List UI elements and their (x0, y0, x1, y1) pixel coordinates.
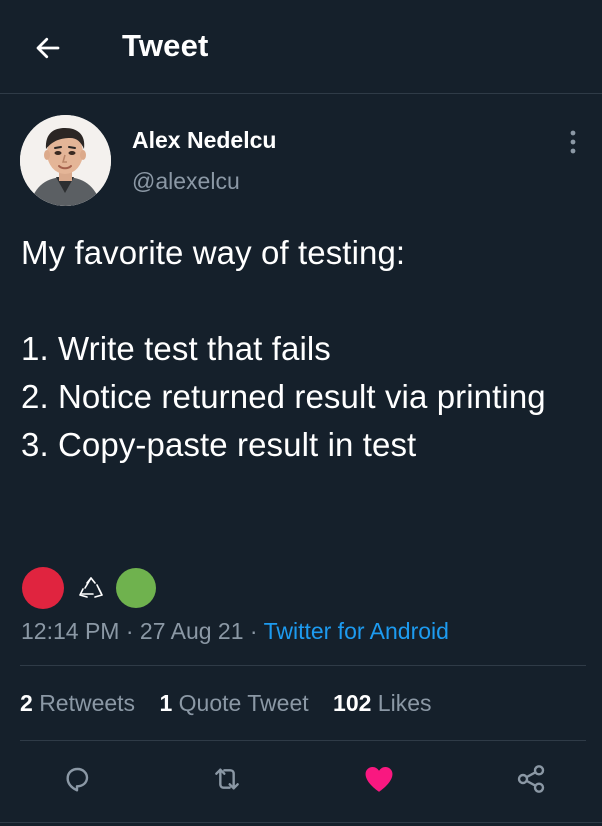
retweets-label: Retweets (39, 690, 136, 716)
reply-button[interactable] (55, 757, 99, 801)
retweets-stat[interactable]: 2 Retweets (20, 690, 135, 717)
green-circle-emoji (116, 568, 156, 608)
quote-tweets-label: Quote Tweet (178, 690, 309, 716)
quote-tweets-count: 1 (159, 690, 173, 716)
divider (0, 822, 602, 823)
emoji-row (22, 566, 156, 610)
retweets-count: 2 (20, 690, 33, 716)
like-button[interactable] (357, 757, 401, 801)
tweet-source-link[interactable]: Twitter for Android (264, 618, 449, 644)
red-circle-emoji (22, 567, 64, 609)
tweet-date[interactable]: 27 Aug 21 (140, 618, 244, 644)
avatar[interactable] (20, 115, 111, 206)
back-button[interactable] (30, 30, 66, 66)
action-bar (0, 757, 602, 805)
more-options-button[interactable] (560, 128, 586, 156)
heart-icon (365, 766, 393, 792)
meta-separator: · (249, 618, 258, 644)
quote-tweets-stat[interactable]: 1 Quote Tweet (159, 690, 308, 717)
tweet-metadata: 12:14 PM · 27 Aug 21 · Twitter for Andro… (21, 618, 449, 645)
user-handle[interactable]: @alexelcu (132, 168, 240, 195)
tweet-time[interactable]: 12:14 PM (21, 618, 119, 644)
display-name[interactable]: Alex Nedelcu (132, 127, 276, 154)
likes-count: 102 (333, 690, 372, 716)
retweet-button[interactable] (205, 757, 249, 801)
arrow-left-icon (36, 37, 60, 59)
meta-separator: · (125, 618, 134, 644)
likes-label: Likes (377, 690, 432, 716)
likes-stat[interactable]: 102 Likes (333, 690, 431, 717)
recycle-emoji (78, 577, 104, 599)
tweet-stats: 2 Retweets 1 Quote Tweet 102 Likes (20, 690, 450, 717)
tweet-text: My favorite way of testing: 1. Write tes… (21, 234, 546, 463)
share-icon (517, 765, 545, 793)
reply-icon (66, 767, 89, 792)
top-bar: Tweet (0, 0, 602, 94)
page-title: Tweet (122, 28, 209, 63)
avatar-image (20, 115, 111, 206)
retweet-icon (215, 768, 239, 790)
more-vertical-icon (570, 130, 576, 154)
divider (20, 665, 586, 666)
share-button[interactable] (509, 757, 553, 801)
recycle-icon (79, 577, 103, 598)
divider (20, 740, 586, 741)
